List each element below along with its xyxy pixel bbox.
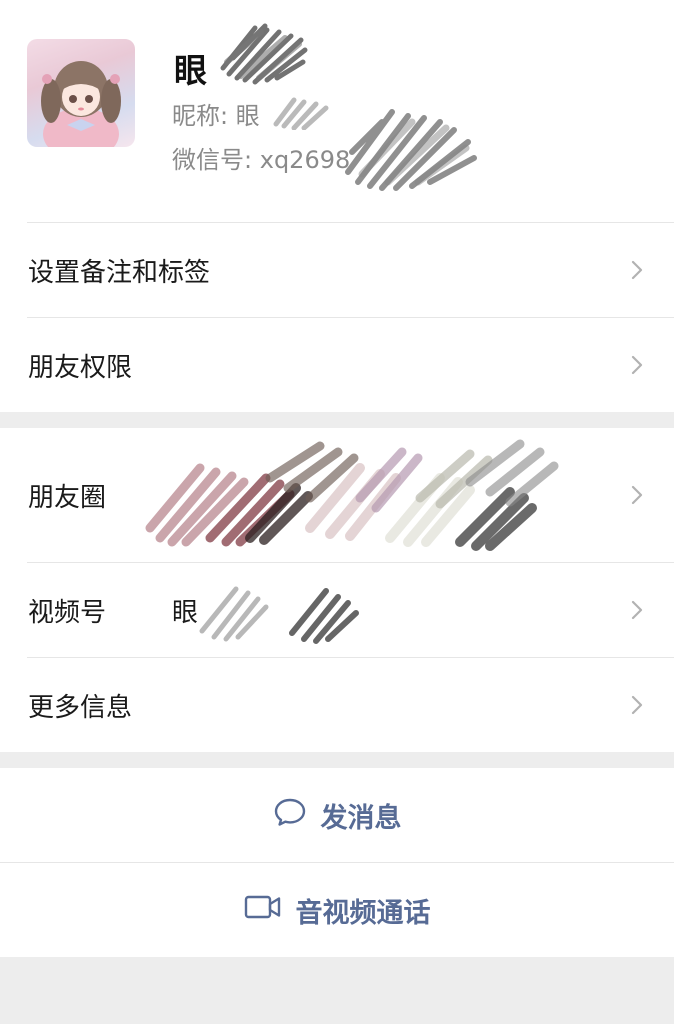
- moments-label: 朋友圈: [28, 482, 107, 513]
- chevron-right-icon: [631, 695, 643, 715]
- chevron-right-icon: [631, 485, 643, 505]
- send-message-button[interactable]: 发消息: [0, 768, 674, 862]
- friend-permissions-row[interactable]: 朋友权限: [0, 318, 674, 412]
- video-call-label: 音视频通话: [295, 897, 431, 929]
- profile-info-group: 朋友圈 视频号 眼 更多信息: [0, 428, 674, 752]
- wechat-id-line[interactable]: 微信号: xq2698: [172, 140, 350, 175]
- redaction-scribble: [199, 586, 359, 644]
- video-camera-icon: [244, 894, 282, 927]
- send-message-label: 发消息: [320, 802, 402, 834]
- remark-tags-label: 设置备注和标签: [28, 257, 211, 288]
- chevron-right-icon: [631, 355, 643, 375]
- section-gap: [0, 412, 674, 428]
- wechat-id-value: xq2698: [259, 146, 351, 174]
- friend-permissions-label: 朋友权限: [28, 352, 133, 383]
- video-call-button[interactable]: 音视频通话: [0, 863, 674, 957]
- moments-preview-redacted: [145, 439, 559, 551]
- avatar-illustration: [41, 61, 121, 147]
- settings-group: 设置备注和标签 朋友权限: [0, 222, 674, 412]
- channels-row[interactable]: 视频号 眼: [0, 563, 674, 657]
- channels-value: 眼: [172, 597, 199, 628]
- nickname-line: 昵称: 眼: [172, 96, 260, 131]
- chevron-right-icon: [631, 600, 643, 620]
- nickname-value: 眼: [235, 102, 260, 130]
- redaction-scribble: [345, 109, 477, 191]
- redaction-scribble: [220, 23, 308, 85]
- chat-bubble-icon: [273, 797, 307, 834]
- moments-row[interactable]: 朋友圈: [0, 428, 674, 562]
- actions-group: 发消息 音视频通话: [0, 768, 674, 957]
- nickname-label: 昵称:: [172, 102, 229, 130]
- channels-label: 视频号: [28, 597, 107, 628]
- more-info-label: 更多信息: [28, 692, 133, 723]
- display-name: 眼: [174, 51, 208, 90]
- profile-header: 眼 昵称: 眼 微信号: xq2698: [0, 0, 674, 222]
- chevron-right-icon: [631, 260, 643, 280]
- remark-tags-row[interactable]: 设置备注和标签: [0, 223, 674, 317]
- more-info-row[interactable]: 更多信息: [0, 658, 674, 752]
- section-gap: [0, 752, 674, 768]
- avatar[interactable]: [27, 39, 135, 147]
- wechat-id-label: 微信号:: [172, 146, 253, 174]
- redaction-scribble: [273, 97, 329, 130]
